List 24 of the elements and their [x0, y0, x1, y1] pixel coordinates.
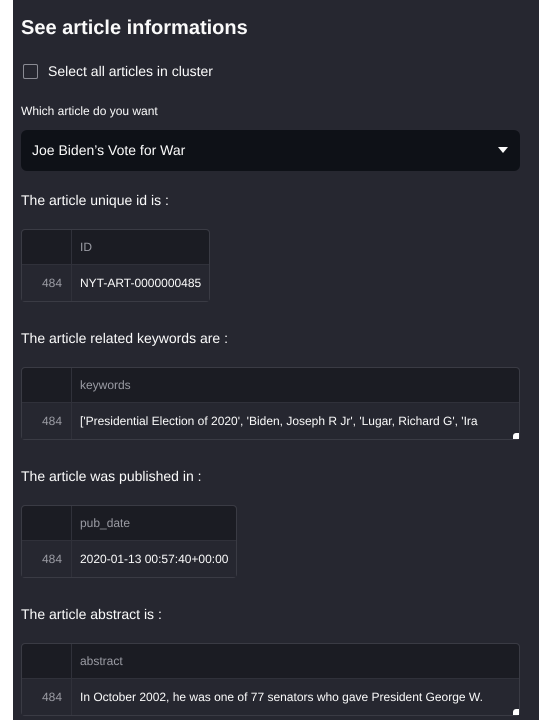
- column-header: pub_date: [79, 515, 132, 532]
- caret-icon: [497, 147, 509, 154]
- column-header: ID: [79, 239, 93, 256]
- resize-handle-icon[interactable]: [513, 433, 519, 439]
- section-label: The article was published in :: [21, 467, 203, 486]
- row-index: 484: [22, 403, 72, 439]
- table-cell-text: ['Presidential Election of 2020', 'Biden, Joseph R Jr', 'Lugar, Richard G', 'Ira: [79, 413, 479, 430]
- row-index: 484: [22, 679, 72, 715]
- table-cell-text: NYT-ART-0000000485: [79, 275, 202, 292]
- article-dropdown[interactable]: Joe Biden’s Vote for War: [21, 130, 520, 171]
- row-index: 484: [22, 265, 72, 301]
- column-header: keywords: [79, 377, 132, 394]
- resize-handle-icon[interactable]: [513, 709, 519, 715]
- section-label: The article unique id is :: [21, 191, 170, 210]
- table-cell-text: 2020-01-13 00:57:40+00:00: [79, 551, 230, 568]
- section-label: The article related keywords are :: [21, 329, 229, 348]
- checkbox-icon[interactable]: [23, 64, 38, 78]
- row-index: 484: [22, 541, 72, 577]
- field-label: Which article do you want: [21, 103, 159, 119]
- column-header: abstract: [79, 653, 124, 670]
- section-label: The article abstract is :: [21, 605, 163, 624]
- select-all-checkbox[interactable]: Select all articles in cluster: [23, 61, 521, 81]
- page-title: See article informations: [21, 16, 249, 41]
- table-cell-text: In October 2002, he was one of 77 senators who gave President George W.: [79, 689, 484, 706]
